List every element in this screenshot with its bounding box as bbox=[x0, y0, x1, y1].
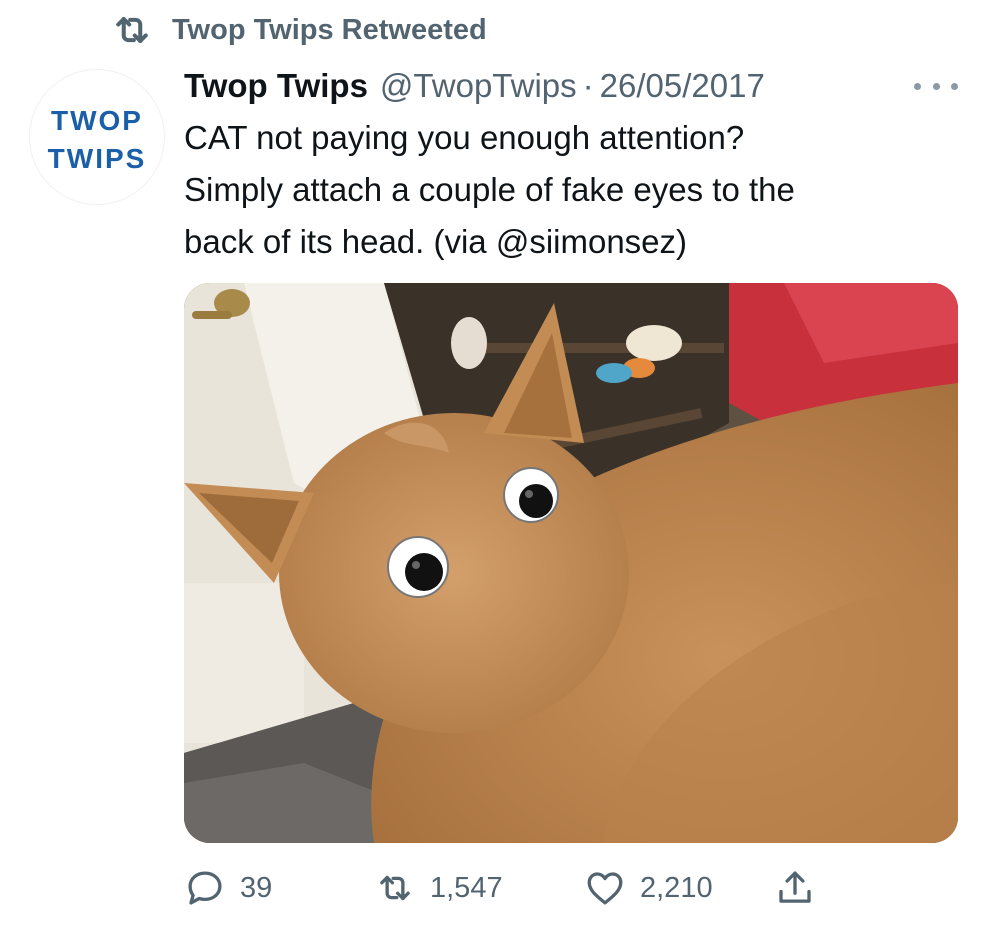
tweet-line: Simply attach a couple of fake eyes to t… bbox=[184, 171, 795, 208]
avatar-text-bottom: TWIPS bbox=[48, 143, 147, 174]
tweet-line: back of its head. (via @siimonsez) bbox=[184, 223, 688, 260]
tweet-header: Twop Twips @TwopTwips · 26/05/2017 bbox=[184, 62, 765, 110]
tweet-date[interactable]: 26/05/2017 bbox=[600, 67, 765, 105]
author-handle[interactable]: @TwopTwips bbox=[380, 67, 577, 105]
avatar-text-top: TWOP bbox=[51, 105, 143, 136]
author-name[interactable]: Twop Twips bbox=[184, 67, 368, 105]
tweet-actions: 39 1,547 2,210 bbox=[184, 862, 884, 914]
more-dot-icon bbox=[932, 82, 940, 90]
share-icon bbox=[779, 871, 811, 903]
retweet-icon bbox=[380, 875, 410, 901]
share-button[interactable] bbox=[774, 867, 830, 909]
heart-icon bbox=[587, 872, 623, 905]
more-dot-icon bbox=[951, 82, 958, 90]
like-button[interactable]: 2,210 bbox=[584, 867, 774, 909]
avatar[interactable]: TWOP TWIPS bbox=[30, 70, 164, 204]
reply-icon bbox=[188, 871, 222, 905]
cat-photo bbox=[184, 283, 958, 843]
tweet-text: CAT not paying you enough attention? Sim… bbox=[184, 112, 964, 268]
retweet-icon bbox=[116, 16, 148, 44]
retweet-count: 1,547 bbox=[430, 871, 503, 904]
retweet-label: Twop Twips Retweeted bbox=[172, 13, 487, 46]
reply-count: 39 bbox=[240, 871, 273, 904]
more-options-button[interactable] bbox=[914, 70, 958, 102]
retweet-button[interactable]: 1,547 bbox=[374, 867, 584, 909]
header-separator: · bbox=[582, 67, 594, 104]
like-count: 2,210 bbox=[640, 871, 713, 904]
reply-button[interactable]: 39 bbox=[184, 867, 374, 909]
tweet-line: CAT not paying you enough attention? bbox=[184, 119, 745, 156]
tweet-media-image[interactable] bbox=[184, 283, 958, 843]
retweet-indicator[interactable]: Twop Twips Retweeted bbox=[110, 8, 487, 52]
more-dot-icon bbox=[914, 82, 921, 90]
